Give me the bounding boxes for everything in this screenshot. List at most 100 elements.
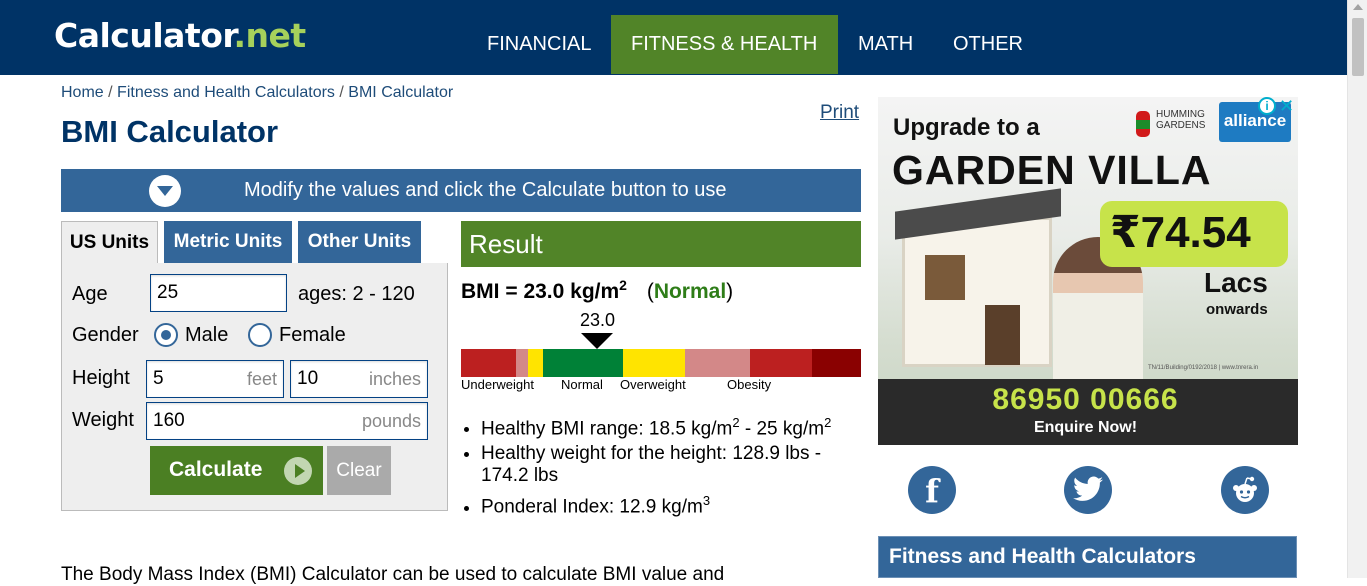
ad-price: ₹74.54 xyxy=(1110,208,1251,257)
bmi-status-badge: Normal xyxy=(653,280,727,303)
breadcrumb-separator: / xyxy=(339,84,344,101)
gender-male-radio[interactable] xyxy=(154,323,178,347)
brand-line: HUMMING xyxy=(1156,109,1205,120)
scrollbar-thumb[interactable] xyxy=(1352,18,1364,76)
height-feet-unit: feet xyxy=(246,368,277,389)
status-open-paren: ( xyxy=(646,280,654,303)
height-feet-value: 5 xyxy=(153,368,164,389)
breadcrumb-bmi[interactable]: BMI Calculator xyxy=(348,84,453,101)
vertical-scrollbar[interactable] xyxy=(1347,0,1367,578)
twitter-icon[interactable] xyxy=(1064,466,1112,514)
facebook-icon[interactable]: f xyxy=(908,466,956,514)
nav-financial[interactable]: FINANCIAL xyxy=(467,15,611,74)
nav-math[interactable]: MATH xyxy=(838,15,933,74)
result-details-list: Healthy BMI range: 18.5 kg/m2 - 25 kg/m2… xyxy=(461,412,861,522)
weight-input[interactable]: 160 pounds xyxy=(146,402,428,440)
ad-price-unit: Lacs xyxy=(1204,267,1268,298)
ad-house-image xyxy=(895,188,1061,367)
ad-title: GARDEN VILLA xyxy=(892,147,1212,193)
bar-segment xyxy=(750,349,812,377)
tab-metric-units[interactable]: Metric Units xyxy=(164,221,292,264)
scroll-up-icon[interactable] xyxy=(1353,4,1363,10)
height-inches-input[interactable]: 10 inches xyxy=(290,360,428,398)
nav-fitness-health[interactable]: FITNESS & HEALTH xyxy=(611,15,838,74)
top-header: Calculator.net FINANCIAL FITNESS & HEALT… xyxy=(0,0,1347,75)
ad-info-icon[interactable]: i xyxy=(1258,97,1276,115)
brand-mark-icon xyxy=(1136,111,1150,137)
print-link[interactable]: Print xyxy=(820,102,859,124)
nav-other[interactable]: OTHER xyxy=(933,15,1043,74)
ad-enquire-button[interactable]: Enquire Now! xyxy=(878,419,1293,437)
gender-male-label[interactable]: Male xyxy=(185,324,228,347)
breadcrumb: Home / Fitness and Health Calculators / … xyxy=(61,84,453,102)
us-units-form: Age 25 ages: 2 - 120 Gender Male Female … xyxy=(61,263,448,511)
gender-female-label[interactable]: Female xyxy=(279,324,346,347)
tab-us-units[interactable]: US Units xyxy=(61,221,158,264)
age-hint: ages: 2 - 120 xyxy=(298,283,415,305)
ad-onwards: onwards xyxy=(1206,301,1268,318)
status-close-paren: ) xyxy=(726,280,734,303)
age-label: Age xyxy=(72,283,108,305)
weight-unit: pounds xyxy=(361,410,421,431)
ad-headline: Upgrade to a xyxy=(893,114,1040,141)
bmi-pointer-value: 23.0 xyxy=(580,310,616,330)
bmi-value: 23.0 kg/m xyxy=(523,280,620,303)
brand-line: GARDENS xyxy=(1156,120,1206,131)
advertisement[interactable]: Upgrade to a GARDEN VILLA HUMMING GARDENS… xyxy=(878,97,1298,445)
ad-close-icon[interactable]: ✕ xyxy=(1279,97,1294,117)
intro-paragraph: The Body Mass Index (BMI) Calculator can… xyxy=(61,564,725,585)
result-header: Result xyxy=(461,221,861,267)
bar-label-overweight: Overweight xyxy=(620,377,686,392)
height-inches-value: 10 xyxy=(297,368,319,389)
weight-label: Weight xyxy=(72,409,134,431)
breadcrumb-home[interactable]: Home xyxy=(61,84,104,101)
height-label: Height xyxy=(72,367,130,389)
ponderal-index-text: Ponderal Index: 12.9 kg/m xyxy=(481,496,703,518)
bmi-scale-bar xyxy=(461,349,861,377)
instruction-text: Modify the values and click the Calculat… xyxy=(244,179,727,201)
healthy-range-text: Healthy BMI range: 18.5 kg/m xyxy=(481,418,733,440)
list-item: Ponderal Index: 12.9 kg/m3 xyxy=(481,490,861,518)
list-item: Healthy weight for the height: 128.9 lbs… xyxy=(481,443,861,487)
exponent: 2 xyxy=(732,415,740,430)
page-title: BMI Calculator xyxy=(61,114,279,149)
bar-label-underweight: Underweight xyxy=(461,377,534,392)
instruction-banner[interactable]: Modify the values and click the Calculat… xyxy=(61,169,861,212)
site-logo[interactable]: Calculator.net xyxy=(54,16,306,56)
ad-phone: 86950 00666 xyxy=(992,383,1179,416)
height-inches-unit: inches xyxy=(368,368,421,389)
bar-segment xyxy=(812,349,861,377)
age-input[interactable]: 25 xyxy=(150,274,287,312)
sidebar-heading[interactable]: Fitness and Health Calculators xyxy=(878,536,1297,578)
ad-price-badge: ₹74.54 xyxy=(1100,201,1288,267)
breadcrumb-fitness[interactable]: Fitness and Health Calculators xyxy=(117,84,335,101)
calculate-label: Calculate xyxy=(169,458,263,481)
bmi-prefix: BMI = xyxy=(461,280,524,303)
gender-label: Gender xyxy=(72,324,139,346)
healthy-range-text-upper: - 25 kg/m xyxy=(739,418,825,440)
bmi-exponent: 2 xyxy=(619,277,627,293)
bar-label-normal: Normal xyxy=(561,377,603,392)
gender-female-radio[interactable] xyxy=(248,323,272,347)
list-item: Healthy BMI range: 18.5 kg/m2 - 25 kg/m2 xyxy=(481,412,861,440)
height-feet-input[interactable]: 5 feet xyxy=(146,360,284,398)
breadcrumb-separator: / xyxy=(108,84,113,101)
age-value: 25 xyxy=(157,282,179,303)
ad-fineprint: TN/11/Building/0192/2018 | www.tnrera.in xyxy=(1148,365,1259,371)
triangle-pointer-icon xyxy=(581,333,613,349)
reddit-icon[interactable] xyxy=(1221,466,1269,514)
bar-segment xyxy=(543,349,623,377)
healthy-weight-text: Healthy weight for the height: 128.9 lbs… xyxy=(481,443,822,487)
clear-button[interactable]: Clear xyxy=(327,446,391,495)
bar-segment xyxy=(685,349,750,377)
humming-gardens-logo: HUMMING GARDENS xyxy=(1132,101,1212,147)
bar-segment xyxy=(528,349,543,377)
bar-segment xyxy=(623,349,685,377)
exponent: 2 xyxy=(824,415,832,430)
chevron-down-icon[interactable] xyxy=(149,175,181,207)
bar-segment xyxy=(516,349,528,377)
calculate-button[interactable]: Calculate xyxy=(150,446,323,495)
bar-segment xyxy=(461,349,516,377)
bmi-result-line: BMI = 23.0 kg/m2 (Normal) xyxy=(461,277,733,304)
tab-other-units[interactable]: Other Units xyxy=(298,221,421,264)
